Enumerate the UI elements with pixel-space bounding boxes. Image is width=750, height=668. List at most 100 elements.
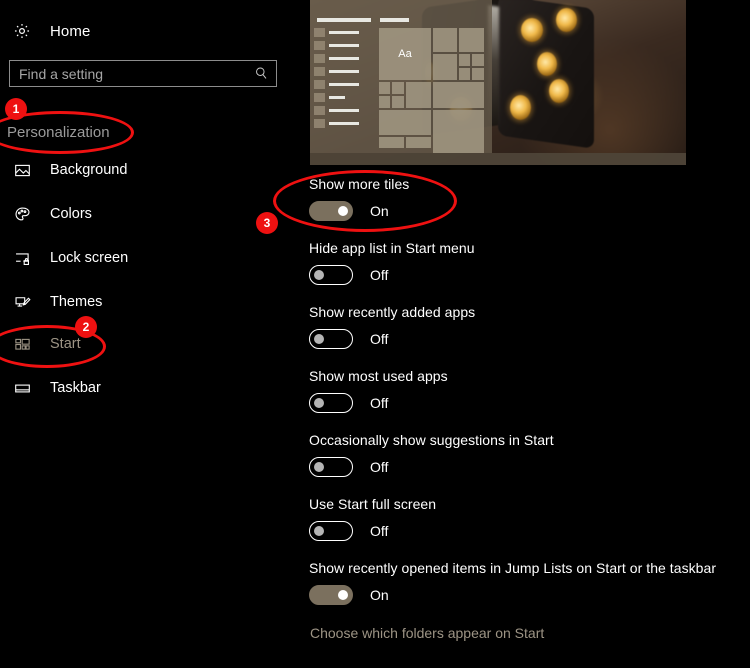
- toggle-jump-lists[interactable]: [309, 585, 353, 605]
- applist-square: [314, 41, 325, 50]
- toggle-hide-app-list[interactable]: [309, 265, 353, 285]
- toggle-state-label: Off: [370, 523, 389, 539]
- settings-sidebar: Home Find a setting Personalization Back…: [0, 0, 300, 668]
- toggle-knob: [314, 398, 324, 408]
- sidebar-item-label: Start: [50, 336, 81, 352]
- choose-folders-link[interactable]: Choose which folders appear on Start: [310, 625, 544, 641]
- start-tile: [459, 68, 470, 80]
- setting-hide-app-list: Hide app list in Start menu Off: [309, 240, 739, 285]
- search-placeholder: Find a setting: [19, 65, 104, 82]
- applist-square: [314, 28, 325, 37]
- applist-bar: [329, 70, 359, 73]
- applist-square: [314, 93, 325, 102]
- setting-jump-lists: Show recently opened items in Jump Lists…: [309, 560, 739, 605]
- lock-screen-icon: [11, 247, 33, 269]
- start-tile: [392, 96, 404, 108]
- sidebar-item-label: Background: [50, 162, 128, 178]
- sidebar-item-taskbar[interactable]: Taskbar: [8, 373, 268, 403]
- taskbar-icon: [11, 377, 33, 399]
- toggle-knob: [314, 526, 324, 536]
- toggle-state-label: Off: [370, 395, 389, 411]
- toggle-state-label: Off: [370, 267, 389, 283]
- start-tile: [433, 28, 457, 52]
- search-icon[interactable]: [249, 62, 273, 86]
- start-tile: [379, 82, 390, 94]
- sidebar-item-label: Taskbar: [50, 380, 101, 396]
- sidebar-item-colors[interactable]: Colors: [8, 199, 268, 229]
- setting-show-suggestions: Occasionally show suggestions in Start O…: [309, 432, 739, 477]
- palette-icon: [11, 203, 33, 225]
- setting-label: Show recently added apps: [309, 304, 476, 320]
- start-tiles-icon: [11, 333, 33, 355]
- sidebar-item-start[interactable]: Start: [8, 329, 268, 359]
- toggle-state-label: On: [370, 587, 389, 603]
- picture-icon: [11, 159, 33, 181]
- start-tile: [406, 137, 431, 148]
- setting-show-more-tiles: Show more tiles On: [309, 176, 739, 221]
- toggle-state-label: On: [370, 203, 389, 219]
- applist-bar: [329, 96, 345, 99]
- applist-bar: [329, 122, 359, 125]
- setting-label: Show more tiles: [309, 176, 410, 192]
- setting-start-full-screen: Use Start full screen Off: [309, 496, 739, 541]
- search-input[interactable]: Find a setting: [9, 60, 277, 87]
- applist-bar: [329, 57, 359, 60]
- tile-group-header: [380, 18, 409, 22]
- toggle-recently-added-apps[interactable]: [309, 329, 353, 349]
- sidebar-item-background[interactable]: Background: [8, 155, 268, 185]
- applist-bar: [329, 109, 359, 112]
- start-menu-preview: Aa: [310, 0, 686, 165]
- toggle-knob: [338, 590, 348, 600]
- start-tile: [392, 82, 404, 94]
- start-tile: [379, 137, 404, 148]
- annotation-badge-1: 1: [5, 98, 27, 120]
- sidebar-item-themes[interactable]: Themes: [8, 287, 268, 317]
- sidebar-section-header: Personalization: [7, 124, 110, 141]
- sidebar-item-home[interactable]: Home: [8, 16, 208, 46]
- applist-square: [314, 67, 325, 76]
- themes-icon: [11, 291, 33, 313]
- start-tile: [433, 110, 484, 153]
- toggle-start-full-screen[interactable]: [309, 521, 353, 541]
- sidebar-item-label: Themes: [50, 294, 103, 310]
- start-tile: [379, 96, 390, 108]
- sidebar-item-label: Colors: [50, 206, 92, 222]
- toggle-show-suggestions[interactable]: [309, 457, 353, 477]
- sidebar-item-label: Lock screen: [50, 250, 129, 266]
- start-tile: [406, 82, 431, 108]
- toggle-state-label: Off: [370, 459, 389, 475]
- start-tile: [433, 54, 457, 80]
- start-tile: [459, 28, 484, 52]
- sidebar-item-lock-screen[interactable]: Lock screen: [8, 243, 268, 273]
- toggle-knob: [314, 270, 324, 280]
- start-settings-panel: Aa Show more tiles On Hide app list in S…: [300, 0, 750, 668]
- applist-square: [314, 106, 325, 115]
- setting-label: Occasionally show suggestions in Start: [309, 432, 554, 448]
- applist-square: [314, 54, 325, 63]
- applist-bar: [329, 83, 359, 86]
- toggle-show-more-tiles[interactable]: [309, 201, 353, 221]
- toggle-knob: [314, 334, 324, 344]
- start-menu-panel: Aa: [310, 0, 492, 153]
- setting-label: Hide app list in Start menu: [309, 240, 475, 256]
- setting-label: Use Start full screen: [309, 496, 437, 512]
- start-tile: [472, 54, 484, 66]
- applist-square: [314, 119, 325, 128]
- preview-taskbar-strip: [310, 153, 686, 165]
- setting-recently-added-apps: Show recently added apps Off: [309, 304, 739, 349]
- start-tile-large: Aa: [379, 28, 431, 80]
- applist-bar: [329, 44, 359, 47]
- applist-square: [314, 80, 325, 89]
- toggle-knob: [314, 462, 324, 472]
- annotation-badge-2: 2: [75, 316, 97, 338]
- toggle-most-used-apps[interactable]: [309, 393, 353, 413]
- gear-icon: [11, 20, 33, 42]
- start-tile: [433, 82, 484, 108]
- toggle-knob: [338, 206, 348, 216]
- start-tile: [472, 68, 484, 80]
- setting-label: Show most used apps: [309, 368, 448, 384]
- applist-bar: [329, 31, 359, 34]
- home-label: Home: [50, 22, 91, 40]
- applist-bar: [317, 18, 371, 22]
- setting-label: Show recently opened items in Jump Lists…: [309, 560, 717, 576]
